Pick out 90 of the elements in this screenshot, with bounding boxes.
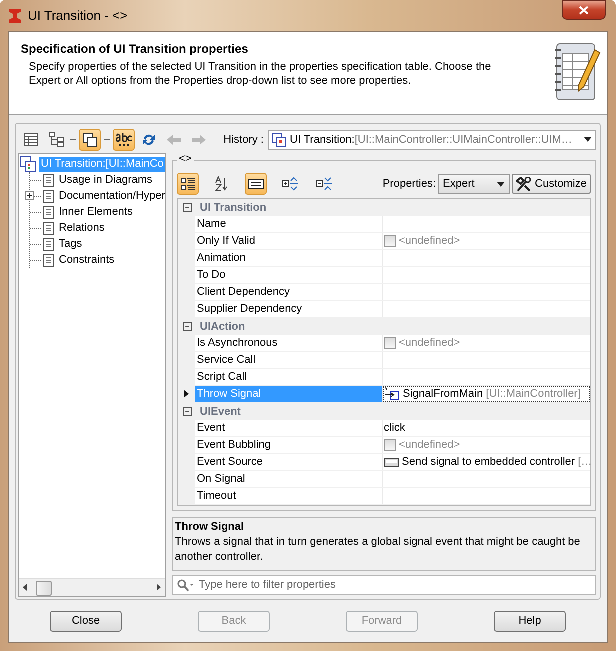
group-header: UIAction xyxy=(200,320,246,332)
tree-icon xyxy=(48,132,64,147)
document-icon xyxy=(43,174,54,186)
value-text: SignalFromMain [UI::MainController] xyxy=(403,388,581,400)
history-value: UI Transition:[UI::MainController::UIMainController::UIM… xyxy=(290,134,572,146)
windows-icon xyxy=(83,132,97,146)
header-description: Specify properties of the selected UI Transition in the properties specification table. Choose the Expert or All options from the Properties drop-down list to see more properties. xyxy=(28,60,492,88)
document-icon xyxy=(43,222,54,234)
scroll-left-icon[interactable] xyxy=(23,584,27,591)
document-icon xyxy=(43,190,54,202)
collapse-all-icon xyxy=(316,177,332,191)
property-name[interactable]: Service Call xyxy=(195,352,383,368)
abc-button[interactable] xyxy=(113,128,135,150)
property-value[interactable]: <undefined> xyxy=(383,437,590,453)
scrollbar-thumb[interactable] xyxy=(36,581,52,596)
document-icon xyxy=(43,254,54,266)
property-name[interactable]: Is Asynchronous xyxy=(195,335,383,351)
history-dropdown[interactable]: UI Transition:[UI::MainController::UIMainController::UIM… xyxy=(268,130,596,150)
tree-item[interactable]: Tags xyxy=(57,236,84,252)
property-name[interactable]: Supplier Dependency xyxy=(195,301,383,317)
document-icon xyxy=(43,238,54,250)
dialog-button[interactable]: Close xyxy=(50,610,122,632)
window-title: UI Transition - <> xyxy=(28,8,129,23)
tree-item[interactable]: Relations xyxy=(57,220,107,236)
property-name[interactable]: Client Dependency xyxy=(195,284,383,300)
property-name[interactable]: Event Bubbling xyxy=(195,437,383,453)
property-value[interactable]: SignalFromMain [UI::MainController] xyxy=(383,386,590,402)
collapse-icon[interactable] xyxy=(183,203,192,212)
sort-icon xyxy=(215,176,229,192)
copy-button[interactable] xyxy=(79,128,101,150)
collapse-icon[interactable] xyxy=(183,407,192,416)
header-title: Specification of UI Transition properties xyxy=(21,42,250,56)
table-icon xyxy=(24,133,38,146)
checkbox[interactable] xyxy=(384,439,396,451)
categorized-icon xyxy=(181,177,195,191)
description-text: Throws a signal that in turn generates a global signal event that might be caught be another controller. xyxy=(175,535,582,565)
tree-item[interactable]: Usage in Diagrams xyxy=(57,172,155,188)
property-name[interactable]: Timeout xyxy=(195,488,383,504)
property-value[interactable]: <undefined> xyxy=(383,335,590,351)
value-text: <undefined> xyxy=(399,235,460,247)
property-value[interactable]: <undefined> xyxy=(383,233,590,249)
property-name[interactable]: Event xyxy=(195,420,383,436)
property-name[interactable]: Animation xyxy=(195,250,383,266)
refresh-icon xyxy=(142,132,156,146)
close-button[interactable] xyxy=(562,0,606,20)
scroll-right-icon[interactable] xyxy=(157,584,161,591)
properties-dropdown[interactable]: Expert xyxy=(438,174,510,194)
tree-item[interactable]: Inner Elements xyxy=(57,204,135,220)
property-name[interactable]: Name xyxy=(195,216,383,232)
document-icon xyxy=(43,206,54,218)
property-name[interactable]: On Signal xyxy=(195,471,383,487)
tools-icon xyxy=(516,176,532,192)
back-arrow-icon xyxy=(167,134,181,146)
property-name[interactable]: Only If Valid xyxy=(195,233,383,249)
forward-arrow-icon xyxy=(192,134,206,146)
tree-item[interactable]: Constraints xyxy=(57,252,117,268)
checkbox[interactable] xyxy=(384,337,396,349)
dropdown-arrow-icon xyxy=(497,182,506,186)
spelling-icon xyxy=(115,132,133,148)
checkbox[interactable] xyxy=(384,235,396,247)
description-icon xyxy=(248,179,264,189)
property-name[interactable]: Script Call xyxy=(195,369,383,385)
property-name[interactable]: Event Source xyxy=(195,454,383,470)
categorized-button[interactable] xyxy=(177,173,199,195)
group-header: UIEvent xyxy=(200,406,241,418)
transition-icon xyxy=(272,132,286,146)
history-label: History : xyxy=(224,134,264,146)
signal-icon xyxy=(384,387,400,401)
dropdown-arrow-icon xyxy=(584,137,592,142)
tree-item[interactable]: Documentation/Hyper xyxy=(57,188,165,204)
close-icon xyxy=(579,6,589,14)
value-text: <undefined> xyxy=(399,337,460,349)
button-element-icon xyxy=(384,458,399,466)
description-title: Throw Signal xyxy=(175,520,246,535)
expand-all-icon xyxy=(282,177,298,191)
filter-field[interactable]: Type here to filter properties xyxy=(172,575,596,595)
app-logo-icon xyxy=(8,8,22,24)
expand-icon[interactable] xyxy=(25,191,34,200)
description-button[interactable] xyxy=(245,173,267,195)
customize-button[interactable]: Customize xyxy=(512,174,591,194)
value-text: click xyxy=(384,422,406,434)
dialog-button[interactable]: Help xyxy=(494,610,566,632)
horizontal-scrollbar[interactable] xyxy=(19,578,165,596)
group-header: UI Transition xyxy=(200,202,267,214)
property-value[interactable]: click xyxy=(383,420,590,436)
properties-label: Properties: xyxy=(382,178,436,190)
row-pointer-icon xyxy=(184,390,189,398)
collapse-icon[interactable] xyxy=(183,322,192,331)
property-name[interactable]: To Do xyxy=(195,267,383,283)
value-text: <undefined> xyxy=(399,439,460,451)
